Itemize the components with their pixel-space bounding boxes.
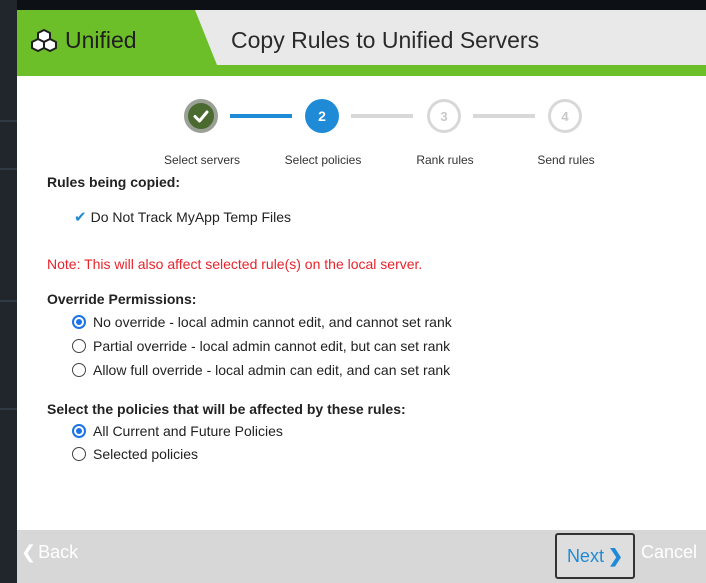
check-circle-icon [193, 110, 209, 123]
background-window [0, 0, 17, 583]
brand-name: Unified [65, 26, 137, 53]
copied-rule-name: Do Not Track MyApp Temp Files [90, 209, 292, 225]
rules-being-copied-label: Rules being copied: [47, 174, 181, 190]
checkmark-icon: ✔ [74, 209, 87, 226]
affected-policies-label: Select the policies that will be affecte… [47, 401, 406, 417]
brand: Unified [31, 27, 137, 53]
override-option-none[interactable]: No override - local admin cannot edit, a… [72, 313, 452, 331]
override-option-label: No override - local admin cannot edit, a… [93, 314, 452, 330]
step-4-number: 4 [561, 108, 569, 124]
step-connector-3 [473, 114, 535, 118]
step-4-circle[interactable]: 4 [548, 99, 582, 133]
dialog-footer: ❮ Back Next ❯ Cancel [17, 530, 706, 583]
radio-button[interactable] [72, 339, 86, 353]
radio-button[interactable] [72, 424, 86, 438]
policies-option-selected[interactable]: Selected policies [72, 445, 198, 463]
policies-option-label: All Current and Future Policies [93, 423, 283, 439]
next-button[interactable]: Next ❯ [555, 533, 635, 579]
step-1-label: Select servers [163, 153, 241, 167]
policies-option-label: Selected policies [93, 446, 199, 462]
override-option-label: Partial override - local admin cannot ed… [93, 338, 451, 354]
step-connector-1 [230, 114, 292, 118]
next-button-label: Next [566, 545, 604, 566]
step-connector-2 [351, 114, 413, 118]
window-top-edge [17, 0, 706, 10]
wizard-stepper: 2 3 4 Select servers Select policies Ran… [17, 76, 706, 168]
local-server-note: Note: This will also affect selected rul… [47, 256, 423, 272]
policies-option-all[interactable]: All Current and Future Policies [72, 422, 283, 440]
chevron-right-icon: ❯ [607, 545, 624, 566]
back-button[interactable]: ❮ Back [21, 542, 78, 563]
override-permissions-label: Override Permissions: [47, 291, 197, 307]
radio-button[interactable] [72, 447, 86, 461]
step-1-circle[interactable] [184, 99, 218, 133]
back-button-label: Back [38, 542, 79, 562]
step-2-label: Select policies [284, 153, 362, 167]
step-2-number: 2 [318, 108, 326, 124]
radio-button[interactable] [72, 363, 86, 377]
copy-rules-dialog: Unified Copy Rules to Unified Servers 2 … [17, 10, 706, 583]
step-3-number: 3 [440, 108, 448, 124]
dialog-header: Unified Copy Rules to Unified Servers [17, 10, 706, 76]
copied-rule-item: ✔ Do Not Track MyApp Temp Files [74, 208, 291, 226]
dialog-title: Copy Rules to Unified Servers [231, 27, 540, 53]
step-2-circle[interactable]: 2 [305, 99, 339, 133]
radio-button[interactable] [72, 315, 86, 329]
override-option-label: Allow full override - local admin can ed… [93, 362, 451, 378]
cubes-icon [31, 29, 57, 52]
step-4-label: Send rules [537, 153, 595, 167]
override-option-full[interactable]: Allow full override - local admin can ed… [72, 361, 450, 379]
cancel-button[interactable]: Cancel [641, 542, 697, 563]
step-3-label: Rank rules [416, 153, 474, 167]
step-3-circle[interactable]: 3 [427, 99, 461, 133]
chevron-left-icon: ❮ [21, 542, 37, 562]
override-option-partial[interactable]: Partial override - local admin cannot ed… [72, 337, 450, 355]
